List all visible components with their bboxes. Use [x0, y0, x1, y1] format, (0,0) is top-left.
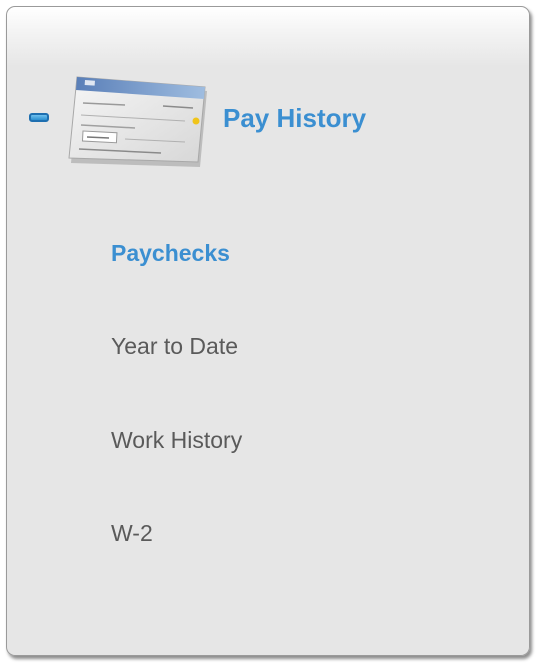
nav-item-work-history[interactable]: Work History — [111, 427, 242, 454]
nav-item-w2[interactable]: W-2 — [111, 520, 153, 547]
section-title[interactable]: Pay History — [223, 103, 366, 134]
section-header: Pay History — [7, 7, 529, 187]
nav-item-paychecks[interactable]: Paychecks — [111, 240, 230, 267]
pay-history-panel: Pay History Paychecks Year to Date Work … — [6, 6, 530, 656]
paycheck-icon — [68, 76, 207, 167]
nav-item-year-to-date[interactable]: Year to Date — [111, 333, 238, 360]
collapse-toggle-icon[interactable] — [29, 113, 49, 122]
